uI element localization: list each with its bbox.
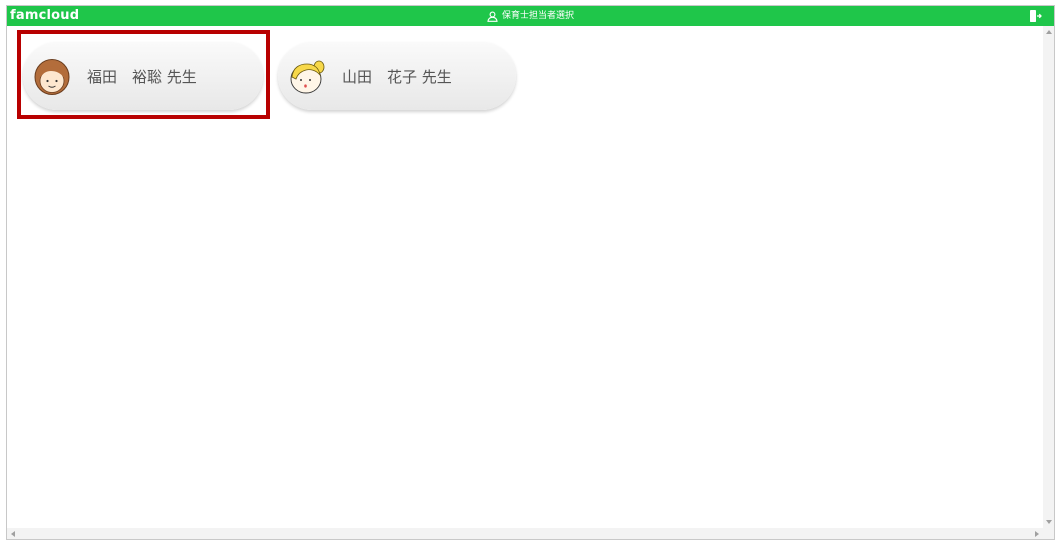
page-title-group: 保育士担当者選択 [7,6,1054,26]
scroll-up-arrow-icon[interactable] [1046,30,1052,34]
teacher-button-fukuda[interactable]: 福田 裕聡 先生 [23,42,263,110]
teacher-list: 福田 裕聡 先生 山田 花子 先生 [7,26,1043,528]
page-title: 保育士担当者選択 [501,11,574,21]
scroll-right-arrow-icon[interactable] [1035,531,1039,537]
scroll-down-arrow-icon[interactable] [1046,520,1052,524]
teacher-name: 山田 花子 先生 [342,68,452,86]
app-window: famcloud 保育士担当者選択 福田 裕聡 先生 山田 花子 先生 [6,5,1055,540]
vertical-scrollbar[interactable] [1043,26,1054,528]
teacher-avatar-icon [34,59,70,95]
user-icon [487,11,498,22]
teacher-avatar-icon [290,60,325,94]
teacher-button-yamada[interactable]: 山田 花子 先生 [278,42,516,110]
header-bar: famcloud 保育士担当者選択 [7,6,1054,26]
scroll-left-arrow-icon[interactable] [11,531,15,537]
scrollbar-corner [1043,528,1054,539]
teacher-name: 福田 裕聡 先生 [87,68,197,86]
logout-icon[interactable] [1028,9,1042,23]
horizontal-scrollbar[interactable] [7,528,1043,539]
